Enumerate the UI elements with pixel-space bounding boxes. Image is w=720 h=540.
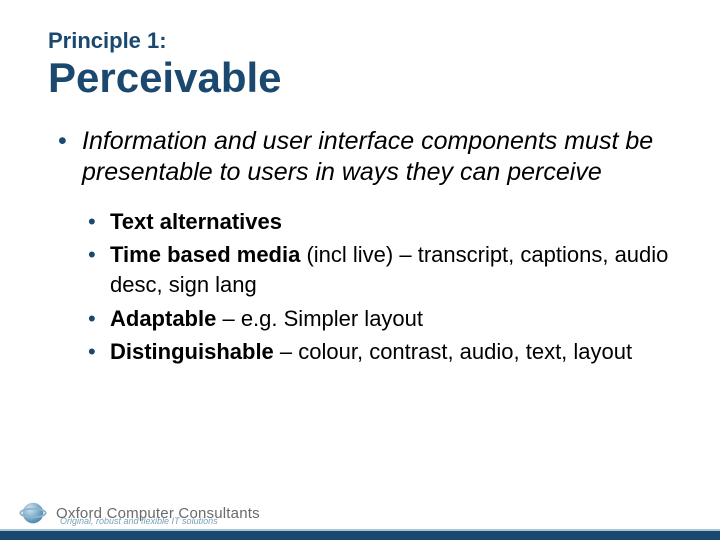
- slide-kicker: Principle 1:: [48, 28, 672, 54]
- sub-bullet-lead: Text alternatives: [110, 209, 282, 234]
- sub-bullet-rest: – e.g. Simpler layout: [216, 306, 423, 331]
- sub-bullet: Distinguishable – colour, contrast, audi…: [88, 337, 672, 367]
- sub-bullet: Adaptable – e.g. Simpler layout: [88, 304, 672, 334]
- globe-icon: [18, 498, 48, 528]
- sub-bullet-lead: Time based media: [110, 242, 300, 267]
- sub-bullet-lead: Adaptable: [110, 306, 216, 331]
- sub-bullet: Time based media (incl live) – transcrip…: [88, 240, 672, 299]
- brand-block: Oxford Computer Consultants Original, ro…: [18, 498, 260, 528]
- sub-bullet-rest: – colour, contrast, audio, text, layout: [274, 339, 632, 364]
- bullet-list-level1: Information and user interface component…: [48, 126, 672, 189]
- bullet-list-level2: Text alternatives Time based media (incl…: [48, 207, 672, 367]
- sub-bullet-lead: Distinguishable: [110, 339, 274, 364]
- sub-bullet: Text alternatives: [88, 207, 672, 237]
- brand-tagline: Original, robust and flexible IT solutio…: [60, 516, 218, 526]
- slide-content: Principle 1: Perceivable Information and…: [0, 0, 720, 367]
- main-bullet: Information and user interface component…: [58, 126, 672, 189]
- slide-footer: Oxford Computer Consultants Original, ro…: [0, 492, 720, 540]
- footer-divider: [0, 531, 720, 540]
- slide-title: Perceivable: [48, 56, 672, 100]
